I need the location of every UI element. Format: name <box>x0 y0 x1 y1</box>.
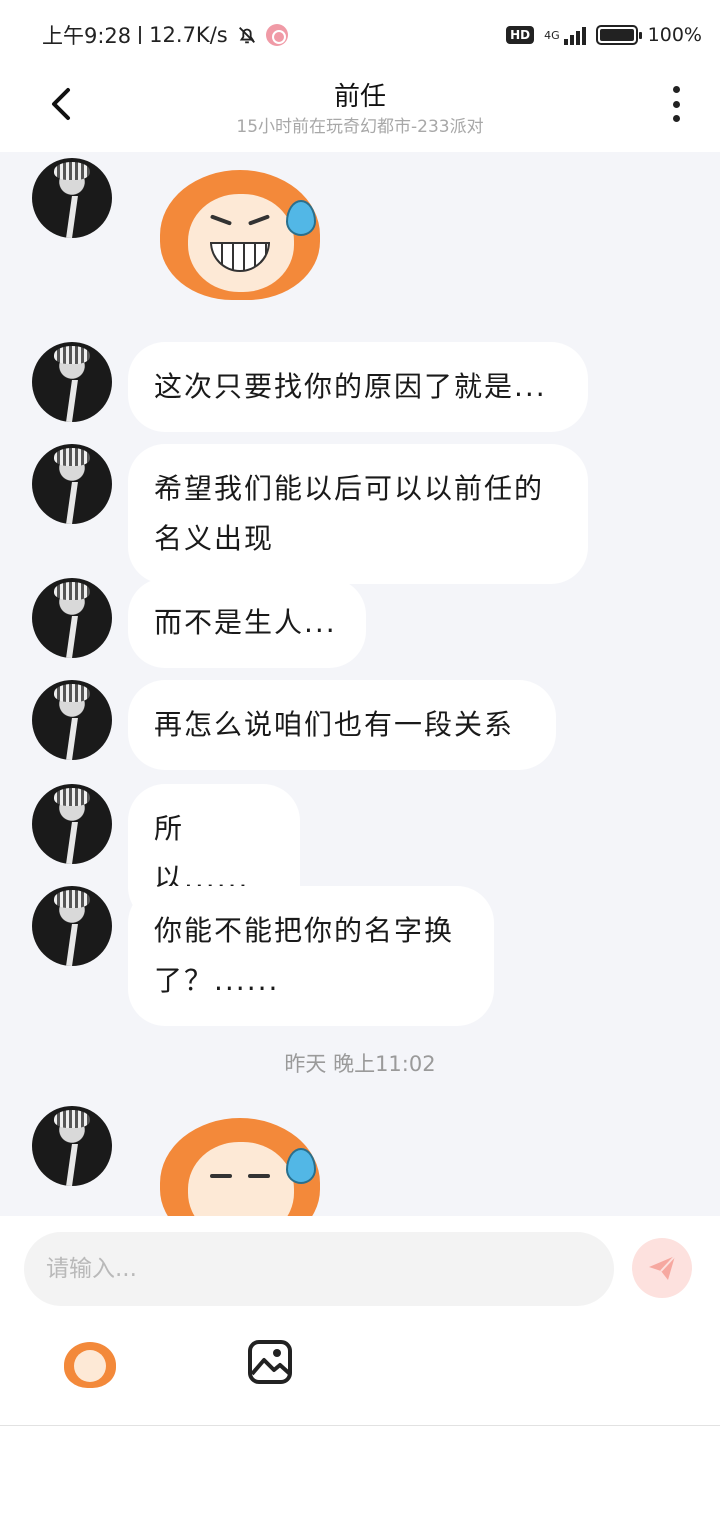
message-text: 这次只要找你的原因了就是... <box>154 370 547 403</box>
status-left: 上午9:28 12.7K/s <box>42 20 288 50</box>
chat-header: 前任 15小时前在玩奇幻都市-233派对 <box>0 66 720 152</box>
hd-badge: HD <box>506 26 535 44</box>
image-icon[interactable] <box>246 1338 294 1386</box>
status-time: 上午9:28 <box>42 24 132 48</box>
message-bubble[interactable]: 你能不能把你的名字换了？...... <box>128 886 494 1026</box>
page-title: 前任 <box>333 82 386 112</box>
avatar[interactable] <box>32 784 112 864</box>
status-divider <box>139 26 142 44</box>
message-timestamp: 昨天 晚上11:02 <box>284 1052 436 1076</box>
message-text: 再怎么说咱们也有一段关系 <box>154 708 515 741</box>
message-text: 而不是生人... <box>154 606 337 639</box>
emoji-sticker-icon[interactable] <box>60 1336 120 1388</box>
message-text: 你能不能把你的名字换了？...... <box>154 914 455 997</box>
contact-status: 15小时前在玩奇幻都市-233派对 <box>236 117 484 137</box>
avatar[interactable] <box>32 1106 112 1186</box>
message-text: 所以...... <box>154 812 250 895</box>
message-bubble[interactable]: 这次只要找你的原因了就是... <box>128 342 588 432</box>
message-bubble[interactable]: 希望我们能以后可以以前任的名义出现 <box>128 444 588 584</box>
message-bubble[interactable]: 再怎么说咱们也有一段关系 <box>128 680 556 770</box>
send-icon <box>649 1255 676 1280</box>
app-notification-icon <box>265 24 288 46</box>
message-text: 希望我们能以后可以以前任的名义出现 <box>154 472 545 555</box>
message-input[interactable]: 请输入... <box>24 1232 614 1306</box>
composer: 请输入... <box>0 1216 720 1426</box>
status-bar: 上午9:28 12.7K/s HD 4G 100% <box>0 0 720 66</box>
bottom-spacer <box>0 1426 720 1520</box>
avatar[interactable] <box>32 886 112 966</box>
avatar[interactable] <box>32 680 112 760</box>
avatar[interactable] <box>32 578 112 658</box>
more-vertical-icon[interactable] <box>664 84 688 124</box>
avatar[interactable] <box>32 158 112 238</box>
battery-icon <box>595 25 642 45</box>
message-bubble[interactable]: 而不是生人... <box>128 578 366 668</box>
network-type: 4G <box>544 28 560 42</box>
send-button[interactable] <box>632 1238 692 1298</box>
message-list[interactable]: 这次只要找你的原因了就是... 希望我们能以后可以以前任的名义出现 而不是生人.… <box>0 152 720 1216</box>
battery-percent: 100% <box>647 24 702 46</box>
status-right: HD 4G 100% <box>506 20 702 50</box>
avatar[interactable] <box>32 342 112 422</box>
network-speed: 12.7K/s <box>149 23 228 47</box>
sticker-message[interactable] <box>160 1118 320 1216</box>
battery-fill <box>599 29 634 41</box>
signal-icon <box>563 25 586 45</box>
sticker-message[interactable] <box>160 170 320 300</box>
bell-muted-icon <box>238 27 255 44</box>
avatar[interactable] <box>32 444 112 524</box>
